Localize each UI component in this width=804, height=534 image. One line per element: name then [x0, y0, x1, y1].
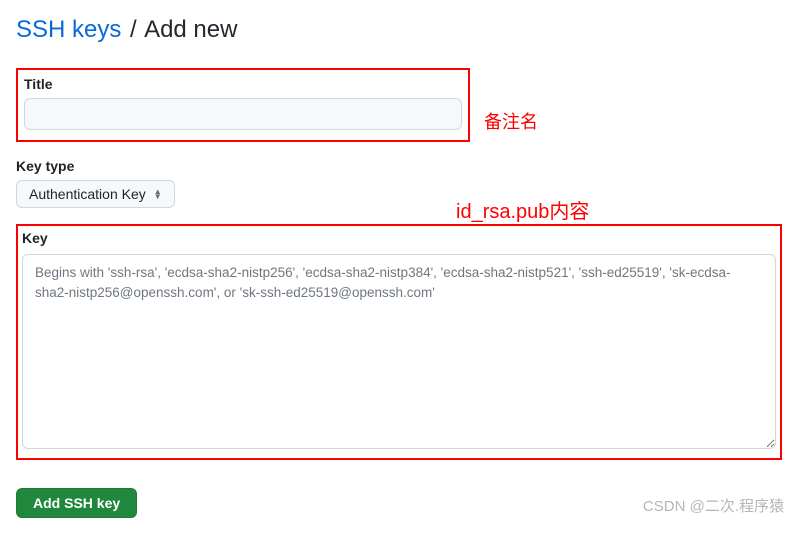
select-chevron-icon: ▲▼ — [154, 189, 162, 199]
breadcrumb-current: Add new — [144, 16, 237, 43]
keytype-field-group: Key type Authentication Key ▲▼ — [16, 158, 788, 208]
key-label: Key — [22, 230, 776, 246]
key-field-group: Key — [16, 224, 782, 460]
keytype-selected-value: Authentication Key — [29, 186, 146, 202]
breadcrumb-separator: / — [130, 16, 137, 43]
keytype-select[interactable]: Authentication Key ▲▼ — [16, 180, 175, 208]
ssh-keys-link[interactable]: SSH keys — [16, 16, 121, 43]
title-label: Title — [24, 76, 462, 92]
annotation-title-note: 备注名 — [484, 108, 538, 134]
key-textarea[interactable] — [22, 254, 776, 449]
keytype-label: Key type — [16, 158, 788, 174]
watermark-text: CSDN @二次.程序猿 — [643, 495, 784, 516]
page-heading: SSH keys / Add new — [16, 16, 788, 44]
title-field-group: Title — [16, 68, 470, 142]
title-input[interactable] — [24, 98, 462, 130]
